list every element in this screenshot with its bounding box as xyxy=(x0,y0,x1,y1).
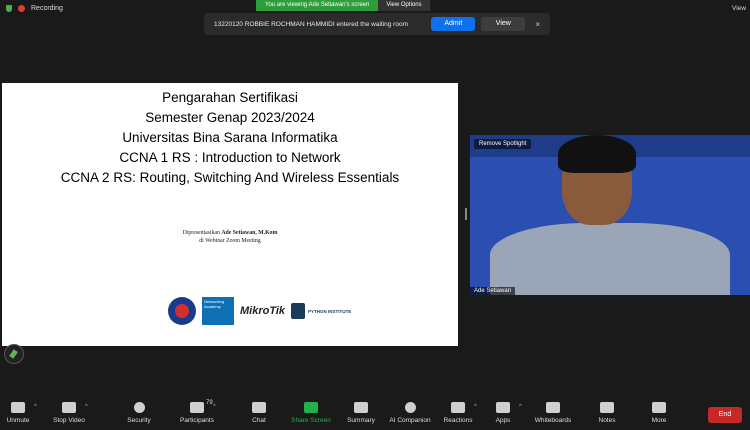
toolbar-label: Apps xyxy=(495,417,511,424)
slide-line: CCNA 1 RS : Introduction to Network xyxy=(119,150,341,165)
toolbar-label: Share Screen xyxy=(291,417,331,424)
microphone-muted-icon xyxy=(11,402,25,413)
view-button[interactable]: View xyxy=(732,5,746,12)
annotate-pen-icon[interactable] xyxy=(4,344,24,364)
toolbar-whiteboards-button[interactable]: Whiteboards xyxy=(528,402,578,424)
view-options-button[interactable]: View Options xyxy=(378,0,430,11)
chevron-up-icon[interactable]: ^ xyxy=(519,404,522,410)
toolbar-label: More xyxy=(651,417,667,424)
cisco-logo: Networking Academy xyxy=(202,297,234,325)
splitter-handle[interactable] xyxy=(465,208,467,220)
slide-line: CCNA 2 RS: Routing, Switching And Wirele… xyxy=(60,170,400,185)
presented-by-label: Dipresentasikan xyxy=(182,230,220,236)
participant-video xyxy=(490,223,730,295)
toolbar-more-button[interactable]: More xyxy=(634,402,684,424)
chevron-up-icon[interactable]: ^ xyxy=(213,404,216,410)
presenter-venue: di Webinar Zoom Meeting xyxy=(199,238,261,244)
toolbar-label: Participants xyxy=(180,417,214,424)
remove-spotlight-button[interactable]: Remove Spotlight xyxy=(474,139,532,149)
toolbar-label: Chat xyxy=(252,417,266,424)
close-icon[interactable]: × xyxy=(535,20,540,29)
toolbar-label: AI Companion xyxy=(389,417,431,424)
python-institute-text: PYTHON INSTITUTE xyxy=(308,308,352,314)
python-institute-logo: PYTHON INSTITUTE xyxy=(291,303,351,319)
toolbar-chat-button[interactable]: Chat xyxy=(234,402,284,424)
recording-label: Recording xyxy=(31,5,63,12)
notes-icon xyxy=(600,402,614,413)
video-camera-icon xyxy=(62,402,76,413)
apps-icon xyxy=(496,402,510,413)
recording-dot-icon xyxy=(18,5,25,12)
toolbar-ai-companion-button[interactable]: AI Companion xyxy=(385,402,435,424)
spotlight-video-tile[interactable]: Remove Spotlight Ade Setiawan xyxy=(470,135,750,295)
participant-hair xyxy=(558,135,636,173)
toolbar-label: Unmute xyxy=(6,417,30,424)
viewing-screen-label: You are viewing Ade Setiawan's screen xyxy=(256,0,379,11)
whiteboard-icon xyxy=(546,402,560,413)
presenter-info: Dipresentasikan Ade Setiawan, M.Kom di W… xyxy=(2,229,458,245)
slide-line: Universitas Bina Sarana Informatika xyxy=(122,130,338,145)
toolbar-security-button[interactable]: Security xyxy=(114,402,164,424)
partner-logos: Networking Academy MikroTik PYTHON INSTI… xyxy=(168,297,351,325)
notification-view-button[interactable]: View xyxy=(481,17,526,31)
mikrotik-logo: MikroTik xyxy=(240,305,286,317)
toolbar-notes-button[interactable]: Notes xyxy=(582,402,632,424)
meeting-toolbar: 79 Unmute ^ Stop Video ^ Security Participant… xyxy=(0,398,750,430)
ubsi-logo-icon xyxy=(168,297,196,325)
toolbar-share-screen-button[interactable]: Share Screen xyxy=(286,402,336,424)
more-icon xyxy=(652,402,666,413)
toolbar-label: Security xyxy=(127,417,151,424)
summary-icon xyxy=(354,402,368,413)
shield-icon xyxy=(133,402,145,413)
toolbar-summary-button[interactable]: Summary xyxy=(336,402,386,424)
sparkle-icon xyxy=(404,402,416,413)
shield-icon xyxy=(6,5,12,12)
presenter-name: Ade Setiawan, M.Kom xyxy=(221,230,278,236)
recording-indicator[interactable]: Recording xyxy=(6,5,63,12)
slide-line: Semester Genap 2023/2024 xyxy=(145,110,315,125)
chat-icon xyxy=(252,402,266,413)
toolbar-label: Notes xyxy=(598,417,616,424)
participants-icon xyxy=(190,402,204,413)
end-meeting-button[interactable]: End xyxy=(708,407,742,423)
cisco-logo-text: Networking Academy xyxy=(204,299,225,309)
toolbar-label: Whiteboards xyxy=(534,417,572,424)
admit-button[interactable]: Admit xyxy=(431,17,476,31)
chevron-up-icon[interactable]: ^ xyxy=(34,404,37,410)
notification-message: 13220120 ROBBIE ROCHMAN HAMMIDI entered … xyxy=(214,20,408,28)
python-institute-icon xyxy=(291,303,306,319)
waiting-room-notification: 13220120 ROBBIE ROCHMAN HAMMIDI entered … xyxy=(204,13,550,35)
share-screen-icon xyxy=(304,402,318,413)
toolbar-label: Summary xyxy=(347,417,375,424)
participant-name-tag: Ade Setiawan xyxy=(470,287,516,295)
toolbar-label: Stop Video xyxy=(53,417,85,424)
reactions-icon xyxy=(451,402,465,413)
chevron-up-icon[interactable]: ^ xyxy=(85,404,88,410)
slide-title: Pengarahan Sertifikasi Semester Genap 20… xyxy=(2,88,458,188)
toolbar-label: Reactions xyxy=(443,417,473,424)
shared-screen-slide: Pengarahan Sertifikasi Semester Genap 20… xyxy=(2,83,458,346)
chevron-up-icon[interactable]: ^ xyxy=(474,404,477,410)
slide-line: Pengarahan Sertifikasi xyxy=(162,90,298,105)
viewing-banner: You are viewing Ade Setiawan's screen Vi… xyxy=(256,0,430,11)
